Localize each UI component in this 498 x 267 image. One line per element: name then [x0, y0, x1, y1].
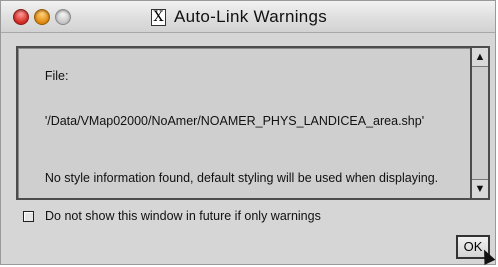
minimize-button[interactable] [34, 9, 50, 25]
message-line-file-path: '/Data/VMap02000/NoAmer/NOAMER_PHYS_LAND… [44, 114, 425, 128]
window-title-group: X Auto-Link Warnings [151, 7, 327, 27]
message-area[interactable]: File: '/Data/VMap02000/NoAmer/NOAMER_PHY… [16, 46, 490, 200]
x-window-icon: X [151, 8, 166, 26]
close-button[interactable] [13, 9, 29, 25]
scroll-up-arrow-icon[interactable]: ▲ [472, 48, 488, 67]
auto-link-warnings-window: X Auto-Link Warnings File: '/Data/VMap02… [0, 0, 496, 265]
message-text: File: '/Data/VMap02000/NoAmer/NOAMER_PHY… [24, 54, 464, 201]
scroll-down-arrow-icon[interactable]: ▼ [472, 179, 488, 198]
dont-show-option[interactable]: Do not show this window in future if onl… [23, 209, 321, 223]
message-line-file-label: File: [44, 69, 69, 83]
dont-show-checkbox[interactable] [23, 210, 34, 222]
message-line-warning: No style information found, default styl… [44, 171, 439, 185]
vertical-scrollbar[interactable]: ▲ ▼ [470, 48, 488, 198]
title-bar[interactable]: X Auto-Link Warnings [1, 1, 495, 33]
mouse-pointer-icon [478, 247, 496, 265]
window-title: Auto-Link Warnings [174, 7, 328, 26]
zoom-button[interactable] [55, 9, 71, 25]
dont-show-label: Do not show this window in future if onl… [45, 209, 321, 223]
